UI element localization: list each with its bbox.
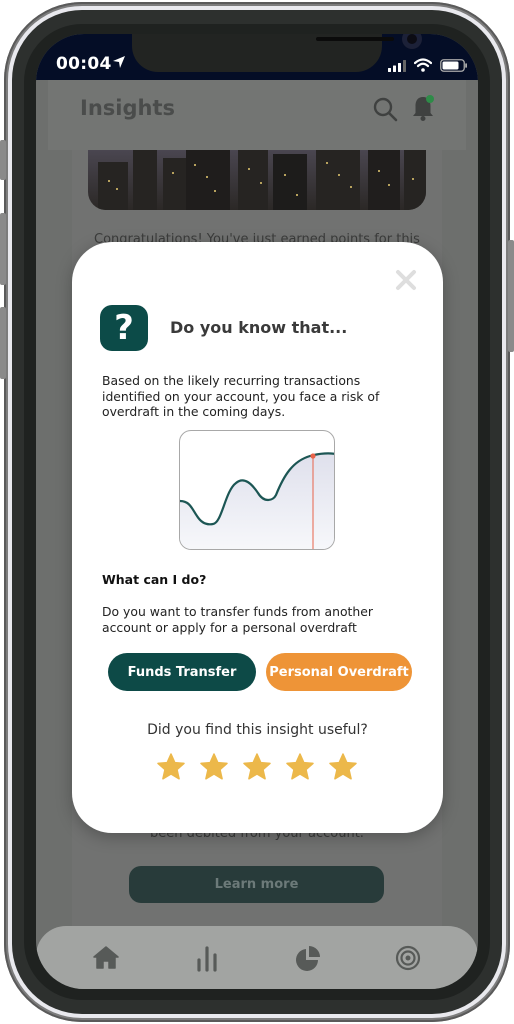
personal-overdraft-button[interactable]: Personal Overdraft — [266, 653, 412, 691]
star-rating-1[interactable] — [156, 752, 186, 782]
section-description: Do you want to transfer funds from anoth… — [102, 604, 373, 635]
target-icon[interactable] — [394, 944, 422, 972]
feedback-question: Did you find this insight useful? — [147, 722, 368, 738]
bar-chart-icon[interactable] — [193, 944, 221, 972]
phone-power-button — [508, 240, 514, 352]
phone-volume-up-button — [0, 213, 6, 285]
star-rating-4[interactable] — [285, 752, 315, 782]
app-header: Insights — [48, 80, 466, 150]
overdraft-marker-dot — [310, 453, 316, 459]
search-icon[interactable] — [372, 96, 398, 122]
cellular-signal-icon — [388, 60, 406, 72]
balance-trend-chart — [180, 452, 334, 549]
wifi-icon — [414, 58, 432, 72]
funds-transfer-button[interactable]: Funds Transfer — [108, 653, 256, 691]
speaker-grille — [316, 37, 394, 41]
notification-dot — [426, 95, 434, 103]
battery-icon — [440, 59, 467, 72]
notch — [132, 34, 422, 72]
status-bar: 00:04 — [36, 34, 478, 80]
home-icon[interactable] — [92, 944, 120, 972]
close-icon[interactable] — [394, 268, 418, 292]
star-rating-5[interactable] — [328, 752, 358, 782]
bell-icon[interactable] — [410, 94, 436, 122]
star-rating-3[interactable] — [242, 752, 272, 782]
location-arrow-icon — [113, 56, 125, 68]
modal-title: Do you know that... — [170, 318, 348, 337]
balance-area — [180, 453, 334, 549]
phone-mute-switch — [0, 140, 6, 180]
star-rating-2[interactable] — [199, 752, 229, 782]
modal-description: Based on the likely recurring transactio… — [102, 373, 380, 419]
city-skyline-image — [88, 150, 426, 210]
page-title: Insights — [80, 96, 175, 120]
question-mark-icon: ? — [100, 305, 148, 351]
bottom-tab-bar — [36, 926, 478, 989]
star-rating — [156, 752, 358, 782]
phone-volume-down-button — [0, 307, 6, 379]
pie-chart-icon[interactable] — [294, 944, 322, 972]
learn-more-button: Learn more — [129, 866, 384, 903]
section-title: What can I do? — [102, 572, 207, 587]
status-time: 00:04 — [56, 54, 112, 74]
insight-modal: ? Do you know that... Based on the likel… — [72, 242, 443, 833]
balance-trend-illustration — [179, 430, 335, 550]
front-camera — [402, 34, 422, 49]
